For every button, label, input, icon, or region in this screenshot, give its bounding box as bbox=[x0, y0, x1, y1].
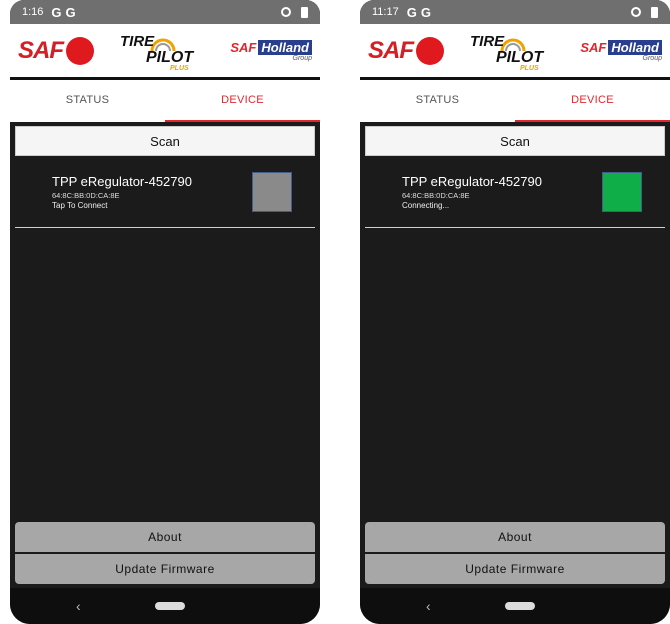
device-state: Tap To Connect bbox=[52, 201, 108, 210]
device-name: TPP eRegulator-452790 bbox=[402, 174, 542, 189]
device-name: TPP eRegulator-452790 bbox=[52, 174, 192, 189]
tire-pilot-logo: TIRE PILOT PLUS bbox=[470, 32, 544, 72]
phone-screen-right: 11:17 G G SAF TIRE PILOT PLUS SAF Holland… bbox=[360, 0, 670, 624]
tire-pilot-logo: TIRE PILOT PLUS bbox=[120, 32, 194, 72]
back-icon[interactable]: ‹ bbox=[76, 598, 81, 614]
saf-logo: SAF bbox=[18, 36, 94, 65]
google-icon: G bbox=[420, 4, 431, 20]
google-icon: G bbox=[51, 4, 62, 20]
device-state: Connecting... bbox=[402, 201, 450, 210]
tab-status[interactable]: STATUS bbox=[10, 80, 165, 122]
battery-icon bbox=[651, 6, 658, 18]
tab-bar: STATUS DEVICE bbox=[360, 80, 670, 122]
sync-icon bbox=[281, 7, 291, 17]
google-icon: G bbox=[65, 4, 76, 20]
tab-device[interactable]: DEVICE bbox=[165, 80, 320, 122]
status-time: 1:16 bbox=[22, 6, 44, 18]
device-mac: 64:8C:BB:0D:CA:8E bbox=[402, 191, 470, 200]
phone-screen-left: 1:16 G G SAF TIRE PILOT PLUS SAF Holland … bbox=[10, 0, 320, 624]
home-pill-icon[interactable] bbox=[155, 602, 185, 610]
status-bar: 11:17 G G bbox=[360, 0, 670, 24]
saf-logo-dot bbox=[66, 36, 94, 65]
saf-logo: SAF bbox=[368, 36, 444, 65]
about-button[interactable]: About bbox=[365, 522, 665, 552]
connection-indicator bbox=[602, 172, 642, 212]
saf-holland-logo: SAF Holland Group bbox=[580, 39, 662, 62]
navigation-bar: ‹ bbox=[360, 588, 670, 624]
tab-bar: STATUS DEVICE bbox=[10, 80, 320, 122]
connection-indicator bbox=[252, 172, 292, 212]
status-time: 11:17 bbox=[372, 6, 399, 18]
device-list-item[interactable]: TPP eRegulator-452790 64:8C:BB:0D:CA:8E … bbox=[15, 160, 315, 228]
scan-button[interactable]: Scan bbox=[365, 126, 665, 156]
tab-device[interactable]: DEVICE bbox=[515, 80, 670, 122]
status-bar: 1:16 G G bbox=[10, 0, 320, 24]
back-icon[interactable]: ‹ bbox=[426, 598, 431, 614]
navigation-bar: ‹ bbox=[10, 588, 320, 624]
scan-button[interactable]: Scan bbox=[15, 126, 315, 156]
update-firmware-button[interactable]: Update Firmware bbox=[365, 554, 665, 584]
tab-status[interactable]: STATUS bbox=[360, 80, 515, 122]
device-mac: 64:8C:BB:0D:CA:8E bbox=[52, 191, 120, 200]
app-header: SAF TIRE PILOT PLUS SAF Holland Group bbox=[10, 24, 320, 80]
home-pill-icon[interactable] bbox=[505, 602, 535, 610]
update-firmware-button[interactable]: Update Firmware bbox=[15, 554, 315, 584]
saf-holland-logo: SAF Holland Group bbox=[230, 39, 312, 62]
sync-icon bbox=[631, 7, 641, 17]
google-icon: G bbox=[406, 4, 417, 20]
battery-icon bbox=[301, 6, 308, 18]
device-list-item[interactable]: TPP eRegulator-452790 64:8C:BB:0D:CA:8E … bbox=[365, 160, 665, 228]
saf-logo-dot bbox=[416, 36, 444, 65]
app-header: SAF TIRE PILOT PLUS SAF Holland Group bbox=[360, 24, 670, 80]
about-button[interactable]: About bbox=[15, 522, 315, 552]
